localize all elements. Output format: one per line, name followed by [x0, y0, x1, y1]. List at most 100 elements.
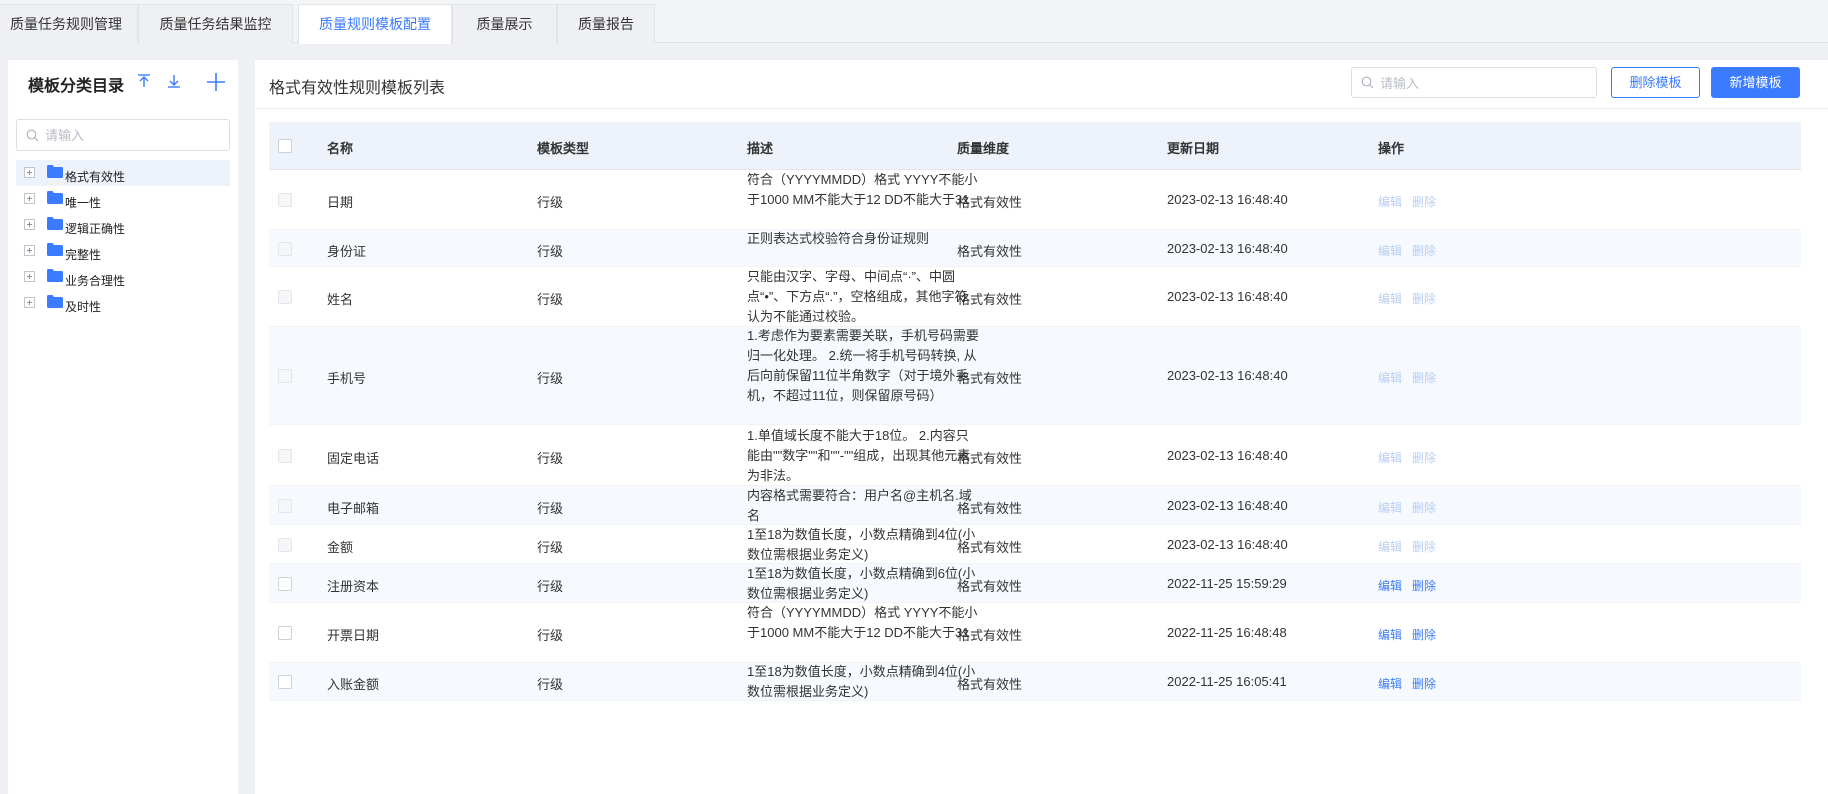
cell-name: 姓名	[327, 292, 354, 307]
row-actions: 编辑 删除	[1378, 290, 1446, 307]
cell-type: 行级	[537, 540, 564, 555]
delete-link[interactable]: 删除	[1412, 244, 1436, 258]
delete-template-button[interactable]: 删除模板	[1611, 67, 1700, 98]
table-row: 固定电话 行级 1.单值域长度不能大于18位。 2.内容只能由""数字""和""-"…	[269, 425, 1801, 486]
table-row: 手机号 行级 1.考虑作为要素需要关联，手机号码需要归一化处理。 2.统一将手机号码…	[269, 327, 1801, 425]
tree-item-label: 及时性	[65, 300, 102, 314]
edit-link[interactable]: 编辑	[1378, 628, 1402, 642]
delete-link[interactable]: 删除	[1412, 677, 1436, 691]
template-search-input[interactable]	[1380, 72, 1590, 94]
expand-icon[interactable]	[24, 245, 35, 256]
cell-description: 只能由汉字、字母、中间点“·”、中圆点“•”、下方点“.”，空格组成，其他字符认…	[747, 269, 968, 324]
cell-dimension: 格式有效性	[957, 579, 1023, 594]
cell-type: 行级	[537, 292, 564, 307]
delete-link[interactable]: 删除	[1412, 371, 1436, 385]
cell-update-date: 2023-02-13 16:48:40	[1167, 241, 1288, 256]
row-checkbox[interactable]	[278, 675, 292, 689]
expand-icon[interactable]	[24, 297, 35, 308]
delete-link[interactable]: 删除	[1412, 540, 1436, 554]
cell-type: 行级	[537, 628, 564, 643]
add-category-icon[interactable]	[206, 72, 226, 92]
upload-icon[interactable]	[136, 73, 152, 89]
edit-link[interactable]: 编辑	[1378, 540, 1402, 554]
cell-type: 行级	[537, 244, 564, 259]
page-title: 格式有效性规则模板列表	[269, 80, 446, 97]
column-header-date: 更新日期	[1167, 141, 1220, 156]
tree-item[interactable]: 逻辑正确性	[16, 212, 230, 238]
cell-name: 日期	[327, 195, 354, 210]
row-actions: 编辑 删除	[1378, 577, 1446, 594]
tree-item[interactable]: 及时性	[16, 290, 230, 316]
delete-link[interactable]: 删除	[1412, 292, 1436, 306]
category-search-input[interactable]	[45, 124, 225, 146]
edit-link[interactable]: 编辑	[1378, 579, 1402, 593]
row-actions: 编辑 删除	[1378, 193, 1446, 210]
tab-quality-report[interactable]: 质量报告	[557, 4, 655, 43]
table-row: 注册资本 行级 1至18为数值长度，小数点精确到6位(小数位需根据业务定义) 格式有效…	[269, 564, 1801, 603]
delete-link[interactable]: 删除	[1412, 579, 1436, 593]
folder-icon	[47, 269, 63, 282]
row-checkbox[interactable]	[278, 242, 292, 256]
row-checkbox[interactable]	[278, 626, 292, 640]
tree-item-label: 唯一性	[65, 196, 102, 210]
download-icon[interactable]	[166, 73, 182, 89]
cell-type: 行级	[537, 579, 564, 594]
table-row: 电子邮箱 行级 内容格式需要符合：用户名@主机名.域名 格式有效性 2023-02-13…	[269, 486, 1801, 525]
row-checkbox[interactable]	[278, 193, 292, 207]
delete-link[interactable]: 删除	[1412, 501, 1436, 515]
template-search	[1351, 67, 1597, 98]
category-tree: 格式有效性唯一性逻辑正确性完整性业务合理性及时性	[16, 160, 230, 316]
delete-link[interactable]: 删除	[1412, 628, 1436, 642]
expand-icon[interactable]	[24, 193, 35, 204]
row-actions: 编辑 删除	[1378, 538, 1446, 555]
cell-update-date: 2023-02-13 16:48:40	[1167, 448, 1288, 463]
table-row: 日期 行级 符合（YYYYMMDD）格式 YYYY不能小于1000 MM不能大于12…	[269, 170, 1801, 230]
add-template-button[interactable]: 新增模板	[1711, 67, 1800, 98]
edit-link[interactable]: 编辑	[1378, 677, 1402, 691]
table-row: 入账金额 行级 1至18为数值长度，小数点精确到4位(小数位需根据业务定义) 格式有效…	[269, 663, 1801, 701]
edit-link[interactable]: 编辑	[1378, 451, 1402, 465]
search-icon	[1361, 76, 1374, 89]
cell-description: 正则表达式校验符合身份证规则	[747, 231, 930, 246]
column-header-type: 模板类型	[537, 141, 590, 156]
tree-item-label: 逻辑正确性	[65, 222, 126, 236]
row-checkbox[interactable]	[278, 369, 292, 383]
tree-item[interactable]: 唯一性	[16, 186, 230, 212]
row-checkbox[interactable]	[278, 290, 292, 304]
tree-item-label: 完整性	[65, 248, 102, 262]
row-checkbox[interactable]	[278, 577, 292, 591]
edit-link[interactable]: 编辑	[1378, 501, 1402, 515]
cell-type: 行级	[537, 677, 564, 692]
cell-update-date: 2023-02-13 16:48:40	[1167, 192, 1288, 207]
tab-rule-management[interactable]: 质量任务规则管理	[0, 4, 138, 43]
tree-item[interactable]: 业务合理性	[16, 264, 230, 290]
row-checkbox[interactable]	[278, 499, 292, 513]
edit-link[interactable]: 编辑	[1378, 371, 1402, 385]
edit-link[interactable]: 编辑	[1378, 195, 1402, 209]
cell-type: 行级	[537, 451, 564, 466]
cell-update-date: 2023-02-13 16:48:40	[1167, 368, 1288, 383]
cell-name: 手机号	[327, 371, 367, 386]
cell-dimension: 格式有效性	[957, 244, 1023, 259]
column-header-actions: 操作	[1378, 141, 1405, 156]
row-checkbox[interactable]	[278, 538, 292, 552]
column-header-dimension: 质量维度	[957, 141, 1010, 156]
tree-item[interactable]: 完整性	[16, 238, 230, 264]
tab-result-monitor[interactable]: 质量任务结果监控	[138, 4, 293, 43]
tab-template-config[interactable]: 质量规则模板配置	[298, 4, 452, 44]
expand-icon[interactable]	[24, 219, 35, 230]
divider	[255, 108, 1828, 109]
cell-name: 身份证	[327, 244, 367, 259]
cell-name: 固定电话	[327, 451, 380, 466]
expand-icon[interactable]	[24, 167, 35, 178]
expand-icon[interactable]	[24, 271, 35, 282]
select-all-checkbox[interactable]	[278, 139, 292, 153]
delete-link[interactable]: 删除	[1412, 451, 1436, 465]
delete-link[interactable]: 删除	[1412, 195, 1436, 209]
edit-link[interactable]: 编辑	[1378, 244, 1402, 258]
cell-update-date: 2023-02-13 16:48:40	[1167, 289, 1288, 304]
tab-quality-display[interactable]: 质量展示	[452, 4, 557, 43]
tree-item[interactable]: 格式有效性	[16, 160, 230, 186]
edit-link[interactable]: 编辑	[1378, 292, 1402, 306]
row-checkbox[interactable]	[278, 449, 292, 463]
